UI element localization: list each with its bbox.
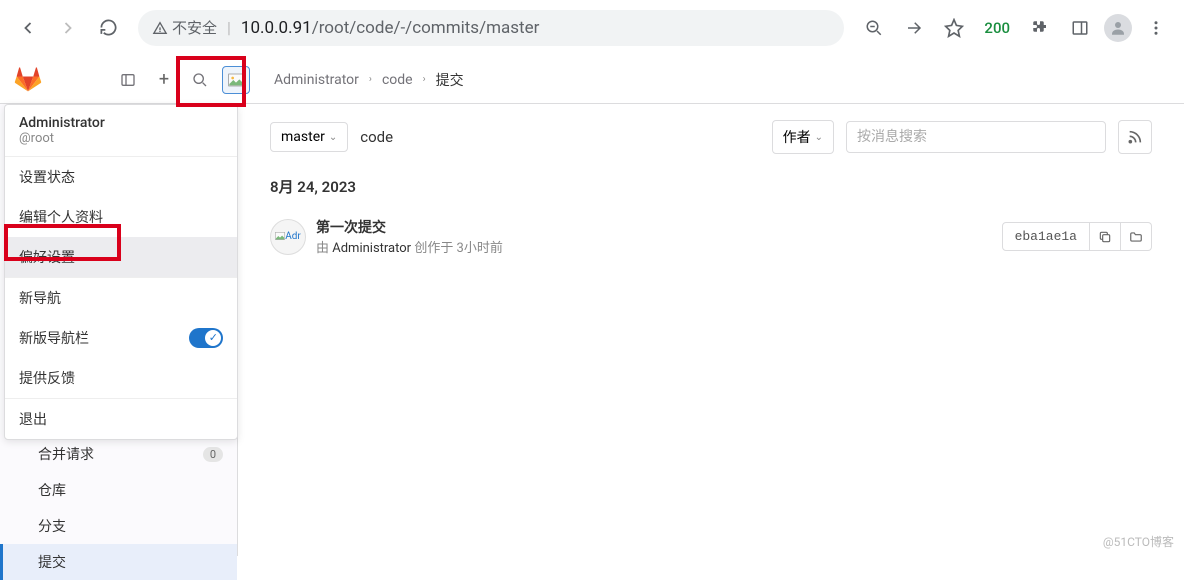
commit-title[interactable]: 第一次提交 [316,217,992,237]
commit-row: Adr 第一次提交 由 Administrator 创作于 3小时前 eba1a… [270,209,1152,264]
rss-button[interactable] [1118,120,1152,154]
watermark: @51CTO博客 [1103,533,1174,550]
filter-bar: master ⌄ code 作者 ⌄ [270,120,1152,154]
chevron-down-icon: ⌄ [815,132,823,143]
profile-avatar[interactable] [1104,14,1132,42]
menu-edit-profile[interactable]: 编辑个人资料 [5,197,237,237]
sidebar-item-branches[interactable]: 分支 [0,508,237,544]
search-icon[interactable] [186,66,214,94]
sidebar-item-commits[interactable]: 提交 [0,544,237,580]
plus-icon[interactable]: + [150,66,178,94]
breadcrumb: Administrator › code › 提交 [274,70,464,90]
bookmark-star-icon[interactable] [938,12,970,44]
commit-date-header: 8月 24, 2023 [270,176,1152,197]
chevron-right-icon: › [423,74,426,85]
gitlab-topbar: + Administrator › code › 提交 [0,56,1184,104]
author-selector[interactable]: 作者 ⌄ [772,120,834,154]
commit-search-input[interactable] [846,121,1106,153]
commit-author-avatar[interactable]: Adr [270,219,306,255]
menu-set-status[interactable]: 设置状态 [5,157,237,197]
main-content: master ⌄ code 作者 ⌄ 8月 24, 2023 Adr 第一次提交 [238,104,1184,556]
project-path[interactable]: code [360,128,393,146]
chevron-down-icon: ⌄ [329,132,337,143]
commit-hash[interactable]: eba1ae1a [1002,222,1090,251]
reload-button[interactable] [92,12,124,44]
branch-selector[interactable]: master ⌄ [270,122,348,152]
share-icon[interactable] [898,12,930,44]
url-text: 10.0.0.91/root/code/-/commits/master [241,18,539,38]
commit-meta: 由 Administrator 创作于 3小时前 [316,237,992,256]
gitlab-logo-icon[interactable] [14,66,42,94]
avatar-button[interactable] [222,66,250,94]
sidebar-item-repository[interactable]: 仓库 [0,472,237,508]
panel-icon[interactable] [1064,12,1096,44]
menu-logout[interactable]: 退出 [5,399,237,439]
mr-count-badge: 0 [203,447,223,462]
user-dropdown-menu: Administrator @root 设置状态 编辑个人资料 偏好设置 新导航… [4,104,238,440]
extensions-icon[interactable] [1024,12,1056,44]
browse-files-button[interactable] [1121,222,1152,251]
menu-feedback[interactable]: 提供反馈 [5,358,237,398]
menu-dots-icon[interactable] [1140,12,1172,44]
sidebar-toggle-icon[interactable] [114,66,142,94]
sidebar-item-merge-requests[interactable]: 合并请求 0 [0,436,237,472]
back-button[interactable] [12,12,44,44]
chevron-right-icon: › [369,74,372,85]
user-handle: @root [19,131,223,146]
security-label: 不安全 [172,17,217,38]
commit-time: 3小时前 [457,241,503,256]
security-indicator[interactable]: 不安全 [152,17,217,38]
copy-hash-button[interactable] [1090,222,1121,251]
forward-button[interactable] [52,12,84,44]
user-menu-header: Administrator @root [5,105,237,157]
breadcrumb-owner[interactable]: Administrator [274,72,359,88]
breadcrumb-project[interactable]: code [382,72,413,88]
address-bar[interactable]: 不安全 | 10.0.0.91/root/code/-/commits/mast… [138,10,844,46]
extension-badge[interactable]: 200 [978,19,1016,37]
zoom-icon[interactable] [858,12,890,44]
user-name: Administrator [19,115,223,131]
menu-new-navbar-toggle[interactable]: 新版导航栏 ✓ [5,318,237,358]
browser-toolbar: 不安全 | 10.0.0.91/root/code/-/commits/mast… [0,0,1184,56]
commit-author-link[interactable]: Administrator [332,241,411,256]
breadcrumb-page: 提交 [436,70,464,90]
toggle-switch[interactable]: ✓ [189,328,223,348]
menu-new-nav-label: 新导航 [5,278,237,318]
menu-preferences[interactable]: 偏好设置 [5,237,237,277]
